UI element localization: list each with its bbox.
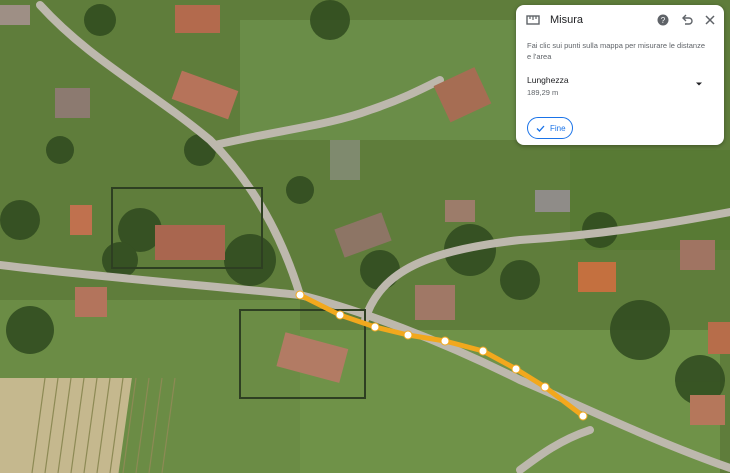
measure-point[interactable] (370, 322, 380, 332)
measure-instructions: Fai clic sui punti sulla mappa per misur… (527, 41, 705, 61)
measure-point[interactable] (478, 346, 488, 356)
check-icon (536, 125, 545, 132)
dropdown-arrow-icon[interactable] (695, 80, 703, 88)
measure-point[interactable] (335, 310, 345, 320)
measure-point[interactable] (440, 336, 450, 346)
ruler-icon (526, 15, 540, 25)
measure-point[interactable] (540, 382, 550, 392)
close-icon[interactable] (703, 13, 717, 27)
measure-point[interactable] (578, 411, 588, 421)
measure-panel-header: Misura ? (516, 5, 724, 35)
done-label: Fine (550, 124, 566, 133)
lawn-area (240, 20, 530, 140)
length-label: Lunghezza (527, 75, 569, 85)
length-value: 189,29 m (527, 88, 559, 97)
undo-icon[interactable] (680, 13, 694, 27)
measure-point[interactable] (403, 330, 413, 340)
panel-title: Misura (550, 14, 584, 26)
svg-text:?: ? (661, 16, 666, 25)
measure-panel: Misura ? Fai clic sui punti sulla mappa … (516, 5, 724, 145)
measure-point[interactable] (295, 290, 305, 300)
done-button[interactable]: Fine (527, 117, 573, 139)
help-icon[interactable]: ? (657, 14, 669, 26)
measure-point[interactable] (511, 364, 521, 374)
